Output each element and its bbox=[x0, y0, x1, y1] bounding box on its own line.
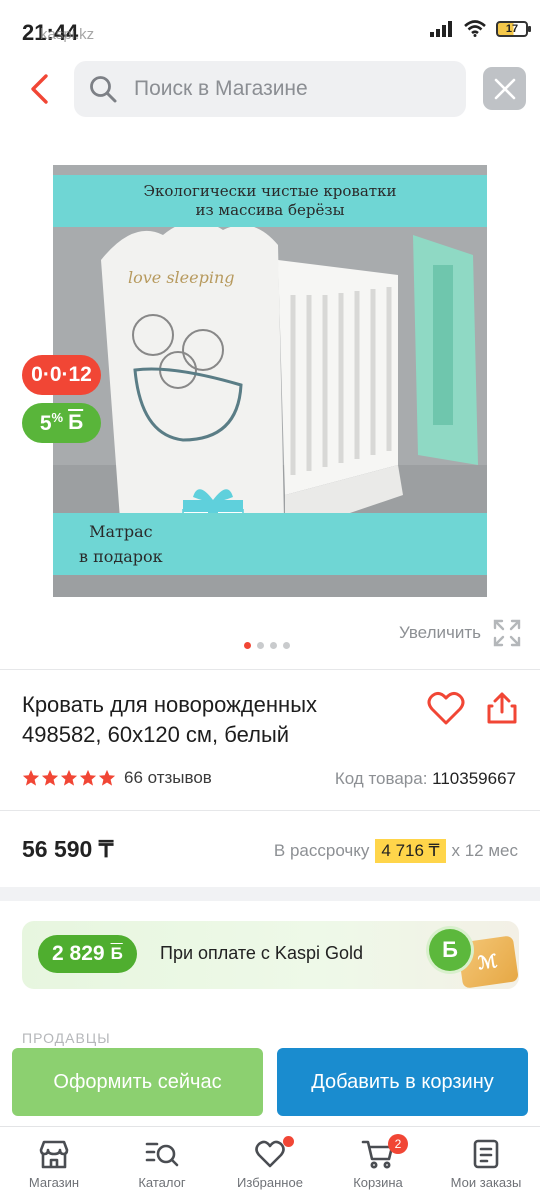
status-bar: 21:44 kaspi.kz 17 bbox=[0, 0, 540, 60]
expand-icon bbox=[493, 619, 521, 647]
notification-dot bbox=[283, 1136, 294, 1147]
banner-bottom-line2: в подарок bbox=[79, 547, 163, 566]
pagination-dot-active bbox=[244, 642, 251, 649]
cart-count-badge: 2 bbox=[388, 1134, 408, 1154]
tab-cart[interactable]: 2 Корзина bbox=[324, 1127, 432, 1200]
pagination-dot bbox=[270, 642, 277, 649]
bonus-badge: 5% Б bbox=[22, 403, 101, 443]
sellers-section-label: ПРОДАВЦЫ bbox=[22, 1030, 111, 1046]
bottom-navigation: Магазин Каталог Избранное 2 Корзина Мои … bbox=[0, 1126, 540, 1200]
store-icon bbox=[39, 1140, 69, 1169]
reviews-count[interactable]: 66 отзывов bbox=[124, 768, 212, 788]
bonus-symbol: Б bbox=[110, 944, 123, 963]
banner-bottom-line1: Матрас bbox=[89, 522, 153, 541]
tab-shop[interactable]: Магазин bbox=[0, 1127, 108, 1200]
section-separator bbox=[0, 887, 540, 901]
wifi-icon bbox=[464, 20, 486, 37]
tab-favorites[interactable]: Избранное bbox=[216, 1127, 324, 1200]
banner-top-line2: из массива берёзы bbox=[195, 201, 345, 219]
search-input[interactable]: Поиск в Магазине bbox=[74, 61, 466, 117]
tab-label: Магазин bbox=[28, 1175, 80, 1190]
installment-label: В рассрочку bbox=[273, 841, 370, 860]
back-arrow-icon[interactable] bbox=[24, 72, 58, 106]
status-icons: 17 bbox=[430, 20, 531, 37]
product-title: Кровать для новорожденных 498582, 60x120… bbox=[22, 692, 318, 747]
sku-value: 110359667 bbox=[432, 769, 516, 788]
rating-row[interactable]: 66 отзывов bbox=[22, 768, 212, 788]
banner-top-line1: Экологически чистые кроватки bbox=[143, 182, 397, 200]
engraving-text: love sleeping bbox=[128, 268, 235, 287]
tab-label: Корзина bbox=[353, 1175, 403, 1190]
product-screen: 21:44 kaspi.kz 17 Поиск в Магазине love … bbox=[0, 0, 540, 1200]
star-icon bbox=[22, 769, 40, 786]
add-to-cart-button[interactable]: Добавить в корзину bbox=[277, 1048, 528, 1116]
close-icon bbox=[494, 78, 515, 99]
price: 56 590 ₸ bbox=[22, 836, 114, 862]
divider bbox=[0, 669, 540, 670]
bonus-coin-icon: Б bbox=[429, 929, 471, 971]
image-banner-top: Экологически чистые кроватки из массива … bbox=[53, 175, 487, 227]
tab-orders[interactable]: Мои заказы bbox=[432, 1127, 540, 1200]
watermark-text: kaspi.kz bbox=[40, 26, 95, 43]
search-placeholder: Поиск в Магазине bbox=[134, 77, 308, 100]
tab-label: Каталог bbox=[138, 1175, 186, 1190]
zoom-button[interactable]: Увеличить bbox=[399, 619, 521, 647]
pagination-dot bbox=[283, 642, 290, 649]
installment-term: х 12 мес bbox=[451, 841, 519, 860]
bonus-value: 5% bbox=[39, 410, 64, 435]
catalog-search-icon bbox=[145, 1142, 179, 1167]
gallery-pagination bbox=[244, 642, 290, 649]
search-icon bbox=[90, 76, 117, 103]
tab-label: Мои заказы bbox=[450, 1175, 522, 1190]
product-photo[interactable]: love sleeping Экологически чистые кроват… bbox=[53, 165, 487, 597]
sku: Код товара: 110359667 bbox=[335, 769, 516, 789]
close-button[interactable] bbox=[483, 67, 526, 110]
zoom-label: Увеличить bbox=[399, 623, 481, 642]
favorite-heart-icon[interactable] bbox=[426, 688, 466, 728]
kaspi-gold-banner[interactable]: 2 829 Б При оплате с Kaspi Gold ℳ Б bbox=[22, 921, 519, 989]
product-gallery[interactable]: love sleeping Экологически чистые кроват… bbox=[0, 128, 540, 668]
sku-label: Код товара: bbox=[334, 769, 428, 788]
battery-icon: 17 bbox=[496, 20, 531, 37]
image-banner-bottom-text: Матрас в подарок bbox=[79, 519, 163, 569]
installment-amount: 4 716 ₸ bbox=[375, 839, 446, 863]
signal-icon bbox=[430, 20, 452, 37]
checkout-now-button[interactable]: Оформить сейчас bbox=[12, 1048, 263, 1116]
share-icon[interactable] bbox=[484, 690, 520, 726]
rating-stars bbox=[22, 769, 116, 787]
gold-text: При оплате с Kaspi Gold bbox=[160, 943, 363, 963]
star-icon bbox=[60, 769, 78, 786]
tab-label: Избранное bbox=[237, 1175, 303, 1190]
star-icon bbox=[79, 769, 97, 786]
gold-bonus-amount: 2 829 Б bbox=[38, 935, 137, 973]
star-icon bbox=[98, 769, 116, 786]
battery-level: 17 bbox=[505, 22, 519, 35]
star-icon bbox=[41, 769, 59, 786]
pagination-dot bbox=[257, 642, 264, 649]
tab-catalog[interactable]: Каталог bbox=[108, 1127, 216, 1200]
divider bbox=[0, 810, 540, 811]
installment-info[interactable]: В рассрочку 4 716 ₸ х 12 мес bbox=[274, 839, 518, 863]
installment-badge: 0·0·12 bbox=[22, 355, 101, 395]
heart-icon bbox=[255, 1140, 285, 1168]
orders-list-icon bbox=[473, 1139, 499, 1169]
bonus-symbol: Б bbox=[68, 411, 84, 434]
